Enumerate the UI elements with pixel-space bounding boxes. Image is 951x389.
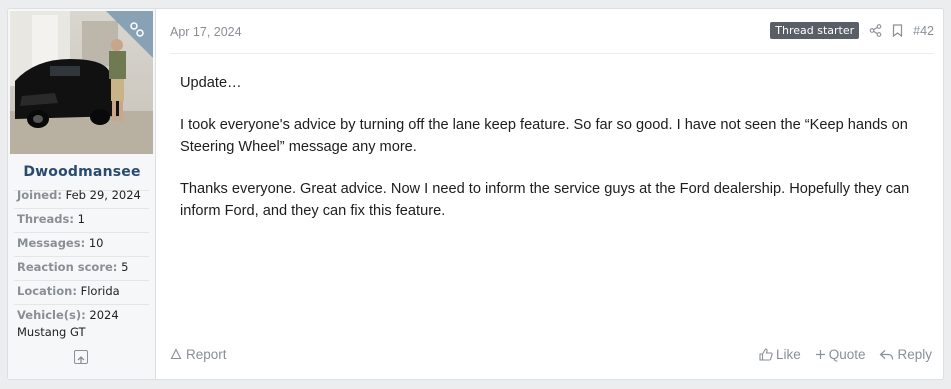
stat-messages: Messages: 10 (17, 235, 103, 252)
user-info-panel: Dwoodmansee Joined: Feb 29, 2024 Threads… (8, 9, 156, 379)
stat-value: 1 (77, 212, 85, 226)
stat-value: Florida (80, 284, 120, 298)
stat-key: Joined: (17, 188, 62, 202)
stat-joined: Joined: Feb 29, 2024 (17, 187, 141, 204)
post-paragraph: Update… (180, 75, 242, 91)
divider (14, 256, 149, 257)
post-number[interactable]: #42 (913, 24, 934, 38)
message-post: Dwoodmansee Joined: Feb 29, 2024 Threads… (7, 8, 944, 380)
scroll-up-icon[interactable] (74, 350, 88, 364)
quote-button[interactable]: Quote (815, 347, 866, 362)
divider (14, 304, 149, 305)
share-icon[interactable] (869, 24, 882, 37)
stat-vehicles: Vehicle(s): 2024 Mustang GT (17, 307, 152, 341)
divider (14, 208, 149, 209)
quote-icon (815, 349, 826, 360)
post-paragraph: Thanks everyone. Great advice. Now I nee… (180, 181, 910, 219)
report-label: Report (186, 347, 227, 362)
divider (14, 232, 149, 233)
post-main: Apr 17, 2024 Thread starter #42 Update… (156, 9, 943, 379)
quote-label: Quote (828, 347, 866, 362)
stat-key: Location: (17, 284, 77, 298)
stat-reaction-score: Reaction score: 5 (17, 259, 128, 276)
stat-key: Threads: (17, 212, 74, 226)
stat-location: Location: Florida (17, 283, 120, 300)
stat-key: Messages: (17, 236, 86, 250)
stat-value: 5 (121, 260, 129, 274)
like-label: Like (775, 347, 801, 362)
stat-value: Feb 29, 2024 (65, 188, 141, 202)
stat-key: Reaction score: (17, 260, 118, 274)
like-button[interactable]: Like (759, 347, 801, 362)
post-header-actions: Thread starter #42 (770, 22, 934, 39)
post-date[interactable]: Apr 17, 2024 (170, 25, 242, 39)
report-icon (170, 348, 182, 361)
thread-starter-badge: Thread starter (770, 22, 860, 39)
divider (14, 280, 149, 281)
post-paragraph: I took everyone's advice by turning off … (180, 117, 908, 155)
username[interactable]: Dwoodmansee (8, 164, 156, 180)
report-button[interactable]: Report (170, 347, 227, 362)
reply-icon (879, 349, 894, 361)
stat-key: Vehicle(s): (17, 308, 86, 322)
stat-value: 10 (88, 236, 104, 250)
header-divider (170, 53, 934, 54)
like-icon (759, 348, 773, 361)
reply-label: Reply (897, 347, 932, 362)
bookmark-icon[interactable] (892, 24, 903, 37)
avatar[interactable] (10, 11, 153, 154)
reply-button[interactable]: Reply (879, 347, 932, 362)
post-body: Update… I took everyone's advice by turn… (180, 72, 925, 242)
post-actions: Like Quote Reply (759, 347, 932, 362)
stat-threads: Threads: 1 (17, 211, 85, 228)
